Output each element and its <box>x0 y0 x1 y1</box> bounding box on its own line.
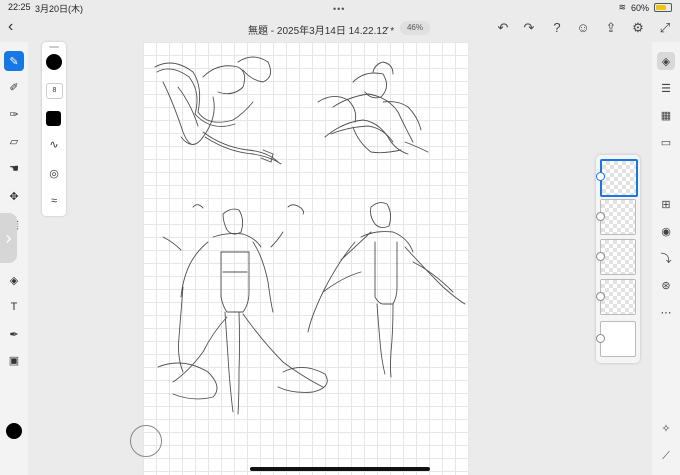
add-layer-icon[interactable]: ⊞ <box>657 195 675 213</box>
blend-icon[interactable]: ⊛ <box>657 276 675 294</box>
back-chevron-icon[interactable]: ‹ <box>8 18 13 36</box>
layer-visibility-icon[interactable] <box>596 334 605 343</box>
layers-icon[interactable]: ◈ <box>657 52 675 70</box>
panel-toggle-chevron-icon[interactable]: › <box>0 213 17 263</box>
brush-size-preview[interactable] <box>46 54 62 70</box>
brush-settings-icon[interactable]: ≈ <box>47 195 61 207</box>
comment-icon[interactable]: ▭ <box>657 133 675 151</box>
pixel-brush-tool[interactable]: ✎ <box>4 51 24 71</box>
adjustments-icon[interactable]: ☰ <box>657 79 675 97</box>
brush-settings-panel: 8 ∿ ◎ ≈ <box>42 42 66 216</box>
eraser-tool[interactable]: ▱ <box>4 131 24 151</box>
right-tool-rail: ◈ ☰ ▦ ▭ ⊞ ◉ ⤵ ⊛ ⋯ ✧ ⟋ <box>652 42 680 475</box>
merge-icon[interactable]: ⤵ <box>657 249 675 267</box>
text-tool[interactable]: T <box>4 297 24 317</box>
top-toolbar: ‹ 無題 - 2025年3月14日 14.22.12 * ⌄ 46% ↶ ↷ ?… <box>0 14 680 42</box>
layer-visibility-icon[interactable] <box>596 292 605 301</box>
layer-thumbnail[interactable] <box>600 279 636 315</box>
more-icon[interactable]: ⋯ <box>657 303 675 321</box>
share-icon[interactable]: ⇪ <box>602 20 620 36</box>
title-menu-chevron-icon[interactable]: ⌄ <box>383 21 391 32</box>
battery-percent: 60% <box>630 2 649 13</box>
layer-visibility-icon[interactable] <box>596 212 605 221</box>
home-indicator[interactable] <box>250 467 430 471</box>
move-tool[interactable]: ✥ <box>4 186 24 206</box>
status-right: ≋ 60% <box>618 2 672 13</box>
status-time: 22:25 <box>8 2 31 12</box>
visibility-icon[interactable]: ◉ <box>657 222 675 240</box>
battery-icon <box>654 3 672 12</box>
help-icon[interactable]: ? <box>548 20 566 35</box>
layer-thumbnail[interactable] <box>600 199 636 235</box>
wifi-icon: ≋ <box>618 2 626 12</box>
grid-icon[interactable]: ▦ <box>657 106 675 124</box>
layer-thumbnail[interactable] <box>600 239 636 275</box>
layer-visibility-icon[interactable] <box>596 252 605 261</box>
ruler-icon[interactable]: ⟋ <box>657 447 675 465</box>
background-layer-thumbnail[interactable] <box>600 321 636 357</box>
image-tool[interactable]: ▣ <box>4 350 24 370</box>
document-title[interactable]: 無題 - 2025年3月14日 14.22.12 * <box>248 22 394 37</box>
sketch-drawing <box>154 56 466 415</box>
fill-tool[interactable]: ◈ <box>4 270 24 290</box>
vector-brush-tool[interactable]: ✑ <box>4 104 24 124</box>
live-brush-tool[interactable]: ✐ <box>4 77 24 97</box>
brush-color-swatch[interactable] <box>46 111 61 126</box>
layer-thumbnail[interactable] <box>600 159 638 197</box>
current-color-swatch[interactable] <box>6 423 22 439</box>
undo-icon[interactable]: ↶ <box>494 20 512 36</box>
panel-grabber[interactable] <box>49 46 59 48</box>
invite-user-icon[interactable]: ☺ <box>574 20 592 35</box>
multitask-dots-icon[interactable]: ••• <box>333 4 345 14</box>
brush-library-icon[interactable]: ◎ <box>47 167 61 180</box>
brush-size-value[interactable]: 8 <box>46 83 63 99</box>
gear-icon[interactable]: ⚙ <box>629 20 647 36</box>
layer-visibility-icon[interactable] <box>596 172 605 181</box>
fx-icon[interactable]: ✧ <box>657 419 675 437</box>
brush-stroke-icon[interactable]: ∿ <box>47 138 61 151</box>
drawing-canvas[interactable] <box>143 42 469 475</box>
eyedropper-tool[interactable]: ✒ <box>4 324 24 344</box>
expand-icon[interactable]: ⤢ <box>656 20 674 36</box>
layers-panel <box>596 155 640 363</box>
zoom-level[interactable]: 46% <box>400 21 430 35</box>
smudge-tool[interactable]: ☚ <box>4 158 24 178</box>
redo-icon[interactable]: ↷ <box>520 20 538 36</box>
touch-shortcut-button[interactable] <box>130 425 162 457</box>
